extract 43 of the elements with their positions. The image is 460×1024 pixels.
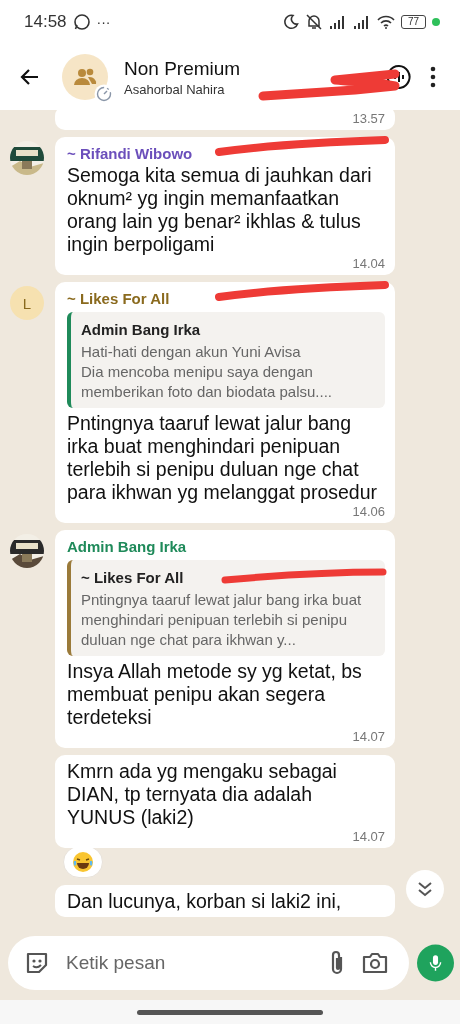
sender-avatar[interactable]: L <box>10 286 44 320</box>
signal-icon <box>352 15 371 29</box>
quoted-text: Hati-hati dengan akun Yuni Avisa Dia mencoba menipu saya dengan memberikan foto dan biodata palsu.... <box>81 342 333 402</box>
sender-name: ~ Likes For All <box>67 288 170 309</box>
message-time: 14.06 <box>352 504 385 519</box>
sender-name: ~ Rifandi Wibowo <box>67 143 193 164</box>
quoted-sender: Admin Bang Irka <box>81 320 201 338</box>
moon-icon <box>282 14 299 30</box>
message-text: Pntingnya taaruf lewat jalur bang irka buat menghindari penipuan terlebih si penipu duluan nge chat para ikhwan yg melanggat prosedur <box>67 412 379 504</box>
battery-indicator: 77 <box>400 15 426 29</box>
signal-icon <box>328 15 347 29</box>
notification-more: ··· <box>96 14 111 30</box>
quoted-message[interactable]: Admin Bang Irka Hati-hati dengan akun Yuni Avisa Dia mencoba menipu saya dengan memberikan foto dan biodata palsu.... <box>67 312 385 408</box>
scroll-down-button[interactable] <box>406 870 444 908</box>
wifi-icon <box>376 15 395 29</box>
message-text: Dan lucunya, korban si laki2 ini, <box>67 890 343 913</box>
message-text: Insya Allah metode sy yg ketat, bs membuat penipu akan segera terdeteksi <box>67 660 363 729</box>
timer-badge-icon <box>94 84 114 104</box>
sticker-icon[interactable] <box>24 950 50 976</box>
quoted-text: Pntingnya taaruf lewat jalur bang irka buat menghindari penipuan terlebih si penipu duluan nge chat para ikhwan y... <box>81 590 363 650</box>
muted-bell-icon <box>304 13 323 31</box>
group-avatar[interactable] <box>62 54 108 100</box>
status-dot <box>432 18 440 26</box>
clock-time: 14:58 <box>24 12 67 32</box>
quoted-message[interactable]: ~ Likes For All Pntingnya taaruf lewat jalur bang irka buat menghindari penipuan terlebih si penipu duluan nge chat para ikhwan y... <box>67 560 385 656</box>
message-time: 14.07 <box>352 729 385 744</box>
message-time: 13.57 <box>352 111 385 126</box>
sender-name: Admin Bang Irka <box>67 536 187 557</box>
chat-title: Non Premium <box>124 57 242 80</box>
home-indicator[interactable] <box>137 1009 323 1015</box>
reaction-badge[interactable] <box>63 846 103 878</box>
voice-chat-icon[interactable] <box>386 64 412 90</box>
message-text: Kmrn ada yg mengaku sebagai DIAN, tp ternyata dia adalah YUNUS (laki2) <box>67 760 338 829</box>
message-input[interactable]: Ketik pesan <box>8 936 409 990</box>
chat-app-icon <box>72 13 91 31</box>
message-time: 14.04 <box>352 256 385 271</box>
message-field[interactable]: Ketik pesan <box>64 951 313 975</box>
message-text: Semoga kita semua di jauhkan dari oknum² yg ingin memanfaatkan orang lain yg benar² ikhlas & tulus ingin berpoligami <box>67 164 373 256</box>
quoted-sender: ~ Likes For All <box>81 568 184 586</box>
more-options-icon[interactable] <box>428 65 438 89</box>
chat-members: Asahorbal Nahira <box>124 81 226 97</box>
camera-icon[interactable] <box>361 951 389 975</box>
message-time: 14.07 <box>352 829 385 844</box>
